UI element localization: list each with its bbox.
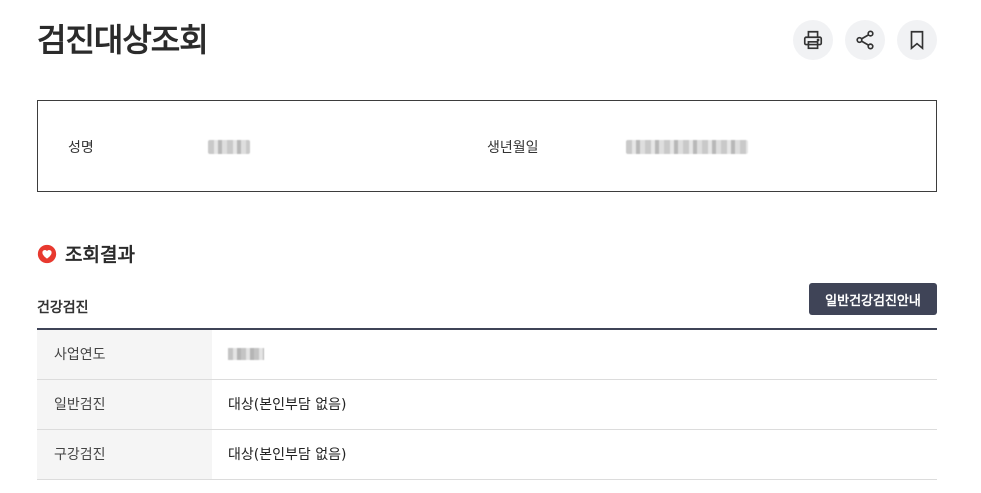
bookmark-icon bbox=[910, 30, 924, 51]
action-toolbar bbox=[793, 20, 937, 60]
general-checkup-guide-button[interactable]: 일반건강검진안내 bbox=[809, 283, 937, 315]
table-row: 일반검진 대상(본인부담 없음) bbox=[37, 379, 937, 429]
heart-icon bbox=[37, 244, 57, 263]
share-icon bbox=[856, 30, 874, 50]
name-value-redacted bbox=[208, 140, 250, 154]
result-table: 사업연도 일반검진 대상(본인부담 없음) 구강검진 대상(본인부담 없음) bbox=[37, 328, 937, 480]
year-value-redacted bbox=[228, 348, 264, 361]
page-title: 검진대상조회 bbox=[37, 21, 209, 59]
row-value-general: 대상(본인부담 없음) bbox=[228, 397, 347, 413]
birth-label: 생년월일 bbox=[487, 140, 539, 156]
birth-value-redacted bbox=[626, 140, 748, 154]
row-value-dental: 대상(본인부담 없음) bbox=[228, 447, 347, 463]
table-row: 사업연도 bbox=[37, 329, 937, 379]
name-label: 성명 bbox=[68, 140, 94, 156]
personal-info-box: 성명 생년월일 bbox=[37, 100, 937, 192]
table-row: 구강검진 대상(본인부담 없음) bbox=[37, 429, 937, 479]
section-title: 조회결과 bbox=[65, 244, 135, 266]
print-button[interactable] bbox=[793, 20, 833, 60]
printer-icon bbox=[803, 30, 823, 50]
checkup-subtitle: 건강검진 bbox=[37, 300, 89, 316]
row-label-general: 일반검진 bbox=[37, 379, 212, 429]
row-label-dental: 구강검진 bbox=[37, 429, 212, 479]
row-label-year: 사업연도 bbox=[37, 329, 212, 379]
bookmark-button[interactable] bbox=[897, 20, 937, 60]
result-section-header: 조회결과 bbox=[37, 240, 135, 267]
share-button[interactable] bbox=[845, 20, 885, 60]
row-value-year bbox=[212, 329, 937, 379]
